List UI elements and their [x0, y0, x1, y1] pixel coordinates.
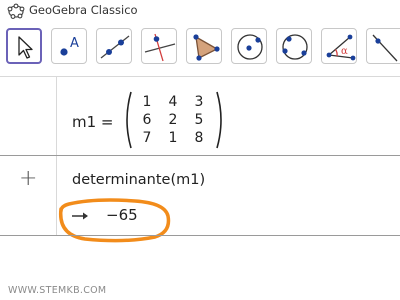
angle-icon: α — [326, 34, 356, 61]
circle-three-points-icon — [282, 34, 308, 60]
circle-center-icon — [237, 34, 263, 60]
matrix-cell: 7 — [142, 130, 152, 146]
matrix-cell: 3 — [194, 94, 204, 110]
watermark-text: WWW.STEMKB.COM — [8, 285, 107, 296]
line-tool-button[interactable] — [96, 28, 132, 64]
matrix-cell: 4 — [168, 94, 178, 110]
matrix-cell: 6 — [142, 112, 152, 128]
toolbar-divider — [0, 76, 400, 77]
toolbar: A α — [0, 22, 400, 76]
add-item-button[interactable]: + — [19, 166, 37, 191]
perpendicular-line-icon — [144, 33, 176, 62]
angle-tool-label: α — [341, 46, 348, 57]
matrix-cell: 1 — [168, 130, 178, 146]
point-tool-button[interactable]: A — [51, 28, 87, 64]
circle-center-point-tool-button[interactable] — [231, 28, 267, 64]
polygon-tool-button[interactable] — [186, 28, 222, 64]
cursor-arrow-icon — [18, 36, 33, 59]
circle-three-points-tool-button[interactable] — [276, 28, 312, 64]
app-title: GeoGebra Classico — [29, 3, 138, 17]
line-icon — [100, 35, 130, 59]
point-tool-label: A — [70, 36, 79, 51]
reflect-line-icon — [372, 34, 398, 62]
polygon-icon — [193, 34, 220, 61]
perpendicular-line-tool-button[interactable] — [141, 28, 177, 64]
title-bar: GeoGebra Classico — [0, 0, 400, 22]
geogebra-logo-icon — [7, 3, 25, 19]
angle-tool-button[interactable]: α — [321, 28, 357, 64]
row-divider — [0, 155, 400, 156]
orange-highlight-annotation — [58, 198, 171, 243]
row-divider — [0, 235, 400, 236]
algebra-input[interactable]: determinante(m1) — [72, 172, 205, 188]
matrix-label: m1 = — [72, 113, 114, 131]
point-icon: A — [60, 36, 79, 56]
reflect-tool-button[interactable] — [366, 28, 400, 64]
move-tool-button[interactable] — [6, 28, 42, 64]
matrix-cell: 8 — [194, 130, 204, 146]
matrix-cell: 5 — [194, 112, 204, 128]
matrix-cell: 1 — [142, 94, 152, 110]
matrix-cell: 2 — [168, 112, 178, 128]
matrix-m1[interactable]: 1 4 3 6 2 5 7 1 8 — [122, 90, 226, 150]
